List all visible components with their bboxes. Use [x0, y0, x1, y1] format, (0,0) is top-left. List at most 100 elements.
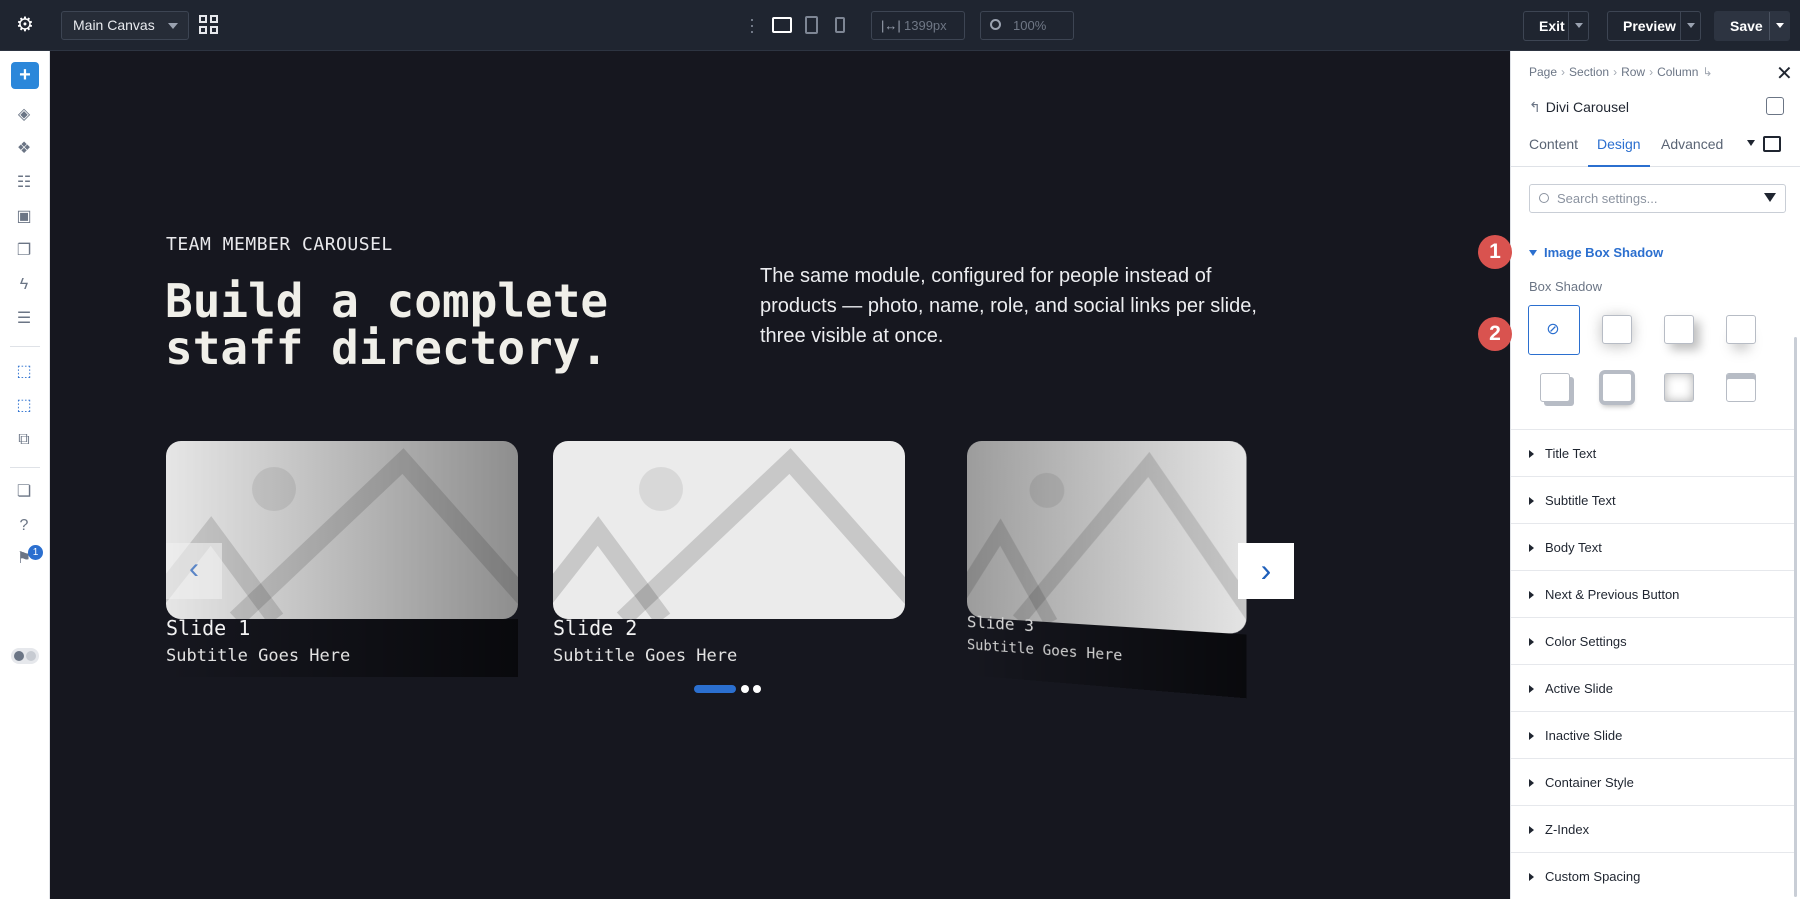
settings-search-input[interactable]: Search settings...: [1529, 184, 1786, 213]
presets-icon[interactable]: ❖: [13, 138, 35, 160]
accordion-container-style[interactable]: Container Style: [1511, 758, 1795, 805]
tab-content[interactable]: Content: [1529, 134, 1578, 167]
tab-more-chevron-icon[interactable]: [1747, 140, 1755, 146]
save-button[interactable]: Save: [1714, 11, 1790, 41]
search-icon: [1539, 193, 1549, 203]
tab-advanced[interactable]: Advanced: [1661, 134, 1723, 167]
chevron-right-icon: [1529, 497, 1534, 505]
pages-icon[interactable]: ❐: [13, 240, 35, 262]
save-label: Save: [1730, 18, 1763, 34]
canvas-width-input[interactable]: |↔| 1399px: [871, 11, 965, 40]
resize-width-icon: |↔|: [881, 18, 901, 33]
box-shadow-preset-none[interactable]: ⊘: [1528, 305, 1580, 355]
preview-button[interactable]: Preview: [1607, 11, 1701, 41]
multi-select-icon[interactable]: ⬚: [13, 395, 35, 417]
theme-builder-icon[interactable]: ▣: [13, 206, 35, 228]
section-eyebrow: TEAM MEMBER CAROUSEL: [166, 234, 393, 255]
panel-scrollbar[interactable]: [1794, 337, 1797, 897]
accordion-inactive-slide[interactable]: Inactive Slide: [1511, 711, 1795, 758]
accordion-custom-spacing[interactable]: Custom Spacing: [1511, 852, 1795, 899]
box-shadow-preset-2[interactable]: [1652, 305, 1704, 355]
accordion-title-text[interactable]: Title Text: [1511, 429, 1795, 476]
breadcrumb-page[interactable]: Page: [1529, 65, 1557, 79]
add-module-button[interactable]: +: [11, 62, 39, 89]
layout-grid-icon[interactable]: [199, 15, 220, 36]
box-shadow-preset-7[interactable]: [1714, 363, 1766, 413]
step-callout-2: 2: [1478, 317, 1512, 351]
chevron-right-icon: [1529, 826, 1534, 834]
chevron-right-icon: [1529, 638, 1534, 646]
chevron-right-icon: [1529, 779, 1534, 787]
database-icon[interactable]: ☷: [13, 172, 35, 194]
ai-lightning-icon[interactable]: ϟ: [13, 274, 35, 296]
breadcrumb-section[interactable]: Section: [1569, 65, 1609, 79]
canvas-select-value: Main Canvas: [73, 17, 155, 33]
canvas-select[interactable]: Main Canvas: [61, 11, 189, 40]
breadcrumb-column[interactable]: Column: [1657, 65, 1698, 79]
left-tool-rail: + ◈ ❖ ☷ ▣ ❐ ϟ ☰ ⬚ ⬚ ⧉ ❏ ? ⚑ 1: [0, 51, 50, 899]
back-arrow-icon[interactable]: ↰: [1529, 99, 1541, 115]
accordion-active-slide[interactable]: Active Slide: [1511, 664, 1795, 711]
chevron-right-icon: [1529, 544, 1534, 552]
slide-subtitle: Subtitle Goes Here: [553, 646, 738, 666]
phone-view-icon[interactable]: [835, 17, 845, 33]
notification-badge: 1: [28, 545, 43, 560]
exit-label: Exit: [1539, 18, 1565, 34]
box-shadow-label: Box Shadow: [1529, 279, 1602, 294]
accordion-subtitle-text[interactable]: Subtitle Text: [1511, 476, 1795, 523]
rail-divider: [10, 346, 40, 347]
carousel-next-arrow-icon[interactable]: ›: [1238, 543, 1294, 599]
section-toggle-image-box-shadow[interactable]: Image Box Shadow: [1529, 245, 1663, 260]
accordion-body-text[interactable]: Body Text: [1511, 523, 1795, 570]
tablet-view-icon[interactable]: [805, 16, 818, 34]
box-shadow-preset-3[interactable]: [1714, 305, 1766, 355]
slide-title: Slide 2: [553, 616, 638, 640]
library-icon[interactable]: ❏: [13, 481, 35, 503]
canvas-width-value: 1399px: [904, 18, 947, 33]
box-shadow-preset-1[interactable]: [1590, 305, 1642, 355]
desktop-view-icon[interactable]: [772, 17, 792, 33]
layers-icon[interactable]: ◈: [13, 104, 35, 126]
accordion-next-previous-button[interactable]: Next & Previous Button: [1511, 570, 1795, 617]
rail-divider: [10, 467, 40, 468]
save-menu-chevron-icon[interactable]: [1769, 12, 1789, 40]
search-placeholder: Search settings...: [1557, 191, 1658, 206]
theme-toggle[interactable]: [11, 648, 39, 664]
panel-view-icon[interactable]: [1763, 136, 1781, 152]
pagination-dot[interactable]: [741, 685, 749, 693]
exit-button[interactable]: Exit: [1523, 11, 1589, 41]
pagination-dot[interactable]: [753, 685, 761, 693]
accordion-z-index[interactable]: Z-Index: [1511, 805, 1795, 852]
step-callout-1: 1: [1478, 235, 1512, 269]
chevron-right-icon: [1529, 873, 1534, 881]
zoom-input[interactable]: 100%: [980, 11, 1074, 40]
accordion-color-settings[interactable]: Color Settings: [1511, 617, 1795, 664]
more-vertical-icon[interactable]: · · ·: [748, 10, 756, 40]
exit-menu-chevron-icon[interactable]: [1568, 12, 1588, 40]
box-shadow-preset-6[interactable]: [1652, 363, 1704, 413]
image-placeholder-icon: [967, 441, 1247, 635]
carousel-prev-arrow-icon[interactable]: ‹: [166, 543, 222, 599]
help-icon[interactable]: ?: [13, 515, 35, 537]
module-title: ↰ Divi Carousel: [1529, 99, 1629, 116]
box-shadow-preset-4[interactable]: [1528, 363, 1580, 413]
tab-design[interactable]: Design: [1588, 134, 1650, 167]
sliders-icon[interactable]: ☰: [13, 308, 35, 330]
top-toolbar: ⚙ Main Canvas · · · |↔| 1399px 100% Exit P…: [0, 0, 1800, 51]
chevron-down-icon: [168, 23, 178, 29]
module-name: Divi Carousel: [1545, 99, 1629, 115]
section-headline: Build a complete staff directory.: [165, 274, 609, 375]
preview-menu-chevron-icon[interactable]: [1680, 12, 1700, 40]
pagination-dot-active[interactable]: [694, 685, 736, 693]
module-options-icon[interactable]: [1766, 97, 1784, 115]
settings-gear-icon[interactable]: ⚙: [12, 12, 38, 38]
responsive-preview-icon[interactable]: ⧉: [13, 429, 35, 451]
slide-image-placeholder: [553, 441, 905, 619]
chevron-right-icon: [1529, 685, 1534, 693]
slide-image-placeholder: [967, 441, 1247, 635]
close-icon[interactable]: ✕: [1776, 61, 1793, 86]
select-element-icon[interactable]: ⬚: [13, 361, 35, 383]
breadcrumb-row[interactable]: Row: [1621, 65, 1645, 79]
box-shadow-preset-5[interactable]: [1590, 363, 1642, 413]
filter-icon[interactable]: [1764, 193, 1776, 202]
